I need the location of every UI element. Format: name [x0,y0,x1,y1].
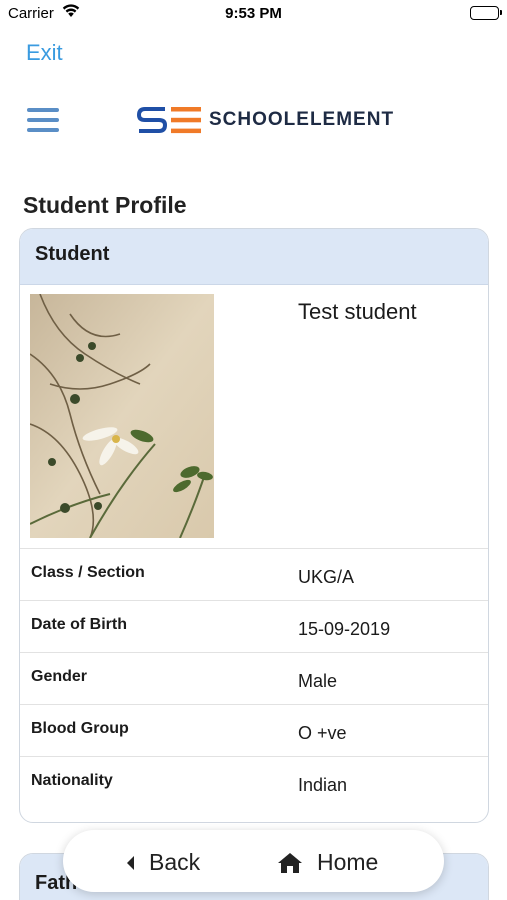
info-row-class-section: Class / Section UKG/A [20,549,488,601]
home-button[interactable]: Home [277,849,378,876]
page-title: Student Profile [23,192,187,218]
info-label: Nationality [31,772,113,789]
status-time: 9:53 PM [225,5,282,22]
battery-icon [470,6,502,20]
home-icon [278,852,302,873]
home-label: Home [317,849,379,875]
info-value: Male [298,671,338,691]
student-card: Student Test student Class / Section UKG… [19,228,489,823]
status-bar: Carrier 9:53 PM [0,0,507,30]
info-label: Date of Birth [31,616,127,633]
schoolelement-logo: SCHOOLELEMENT [137,106,394,134]
back-button[interactable]: Back [125,849,200,876]
info-row-date-of-birth: Date of Birth 15-09-2019 [20,601,488,653]
student-card-header: Student [20,229,488,285]
info-value: 15-09-2019 [298,619,391,639]
logo-mark-icon [137,107,201,134]
info-value: O +ve [298,723,347,743]
info-value: UKG/A [298,567,355,587]
info-row-blood-group: Blood Group O +ve [20,705,488,757]
back-arrow-icon [127,855,134,870]
student-photo-row: Test student [20,285,488,549]
hamburger-menu-icon[interactable] [27,108,59,132]
info-value: Indian [298,775,348,795]
info-label: Class / Section [31,564,145,581]
exit-link[interactable]: Exit [26,40,63,66]
bottom-nav: Back Home [63,830,444,892]
info-label: Blood Group [31,720,129,737]
info-row-gender: Gender Male [20,653,488,705]
student-photo [30,294,214,538]
student-name: Test student [298,299,417,324]
info-label: Gender [31,668,88,685]
logo-text: SCHOOLELEMENT [209,109,395,130]
back-label: Back [149,849,201,875]
info-row-nationality: Nationality Indian [20,757,488,809]
